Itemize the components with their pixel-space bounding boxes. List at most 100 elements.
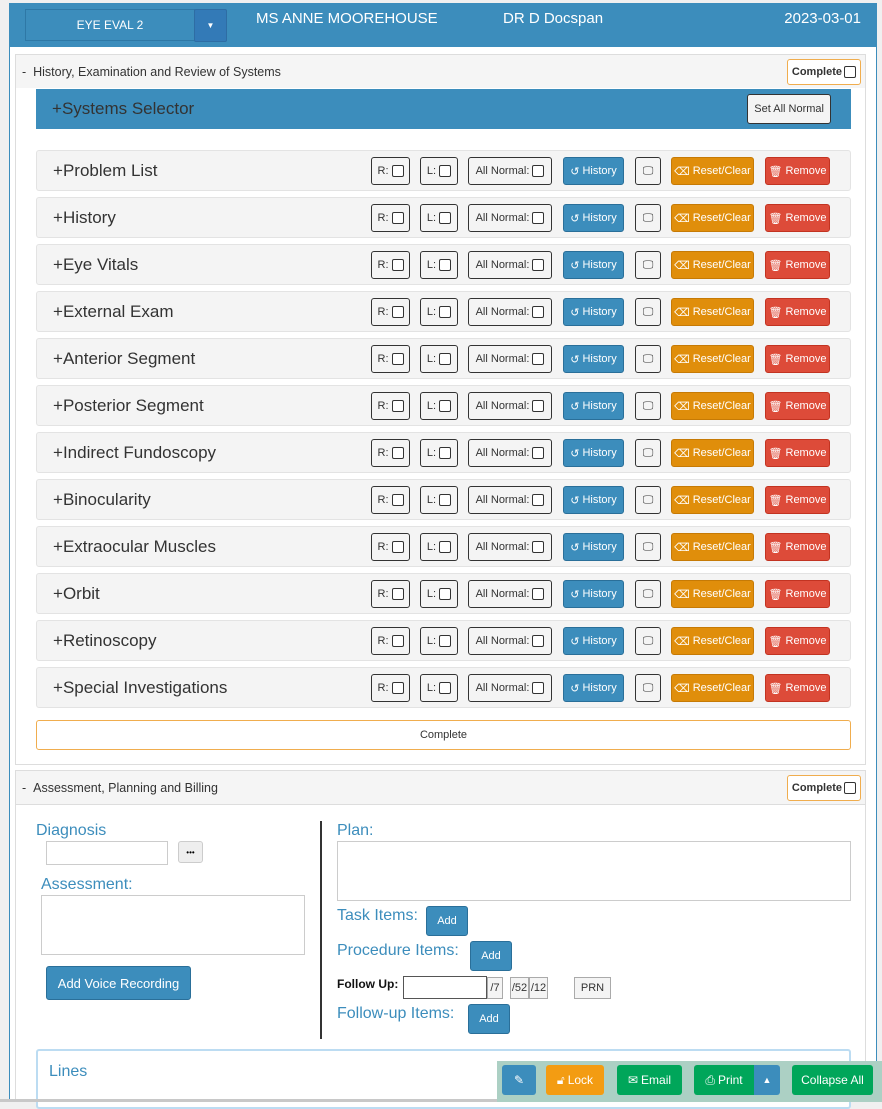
lock-button[interactable]: 🔓︎ Lock <box>546 1065 604 1095</box>
all-normal-checkbox[interactable]: All Normal: <box>468 298 552 326</box>
left-eye-checkbox[interactable]: L: <box>420 486 458 514</box>
reset-clear-button[interactable]: ⌫ Reset/Clear <box>671 627 754 655</box>
systems-selector[interactable]: + Systems Selector Set All Normal <box>36 89 851 129</box>
right-eye-checkbox[interactable]: R: <box>371 439 410 467</box>
right-eye-checkbox[interactable]: R: <box>371 251 410 279</box>
display-button[interactable]: 🖵︎ <box>635 298 661 326</box>
system-title[interactable]: +Orbit <box>53 584 100 604</box>
display-button[interactable]: 🖵︎ <box>635 580 661 608</box>
diagnosis-lookup-button[interactable]: ••• <box>178 841 203 863</box>
all-normal-checkbox[interactable]: All Normal: <box>468 439 552 467</box>
display-button[interactable]: 🖵︎ <box>635 674 661 702</box>
complete-section-button[interactable]: Complete <box>36 720 851 750</box>
remove-button[interactable]: 🗑︎ Remove <box>765 674 830 702</box>
email-button[interactable]: ✉ Email <box>617 1065 682 1095</box>
all-normal-checkbox[interactable]: All Normal: <box>468 627 552 655</box>
all-normal-checkbox[interactable]: All Normal: <box>468 392 552 420</box>
system-title[interactable]: +Extraocular Muscles <box>53 537 216 557</box>
remove-button[interactable]: 🗑︎ Remove <box>765 251 830 279</box>
left-eye-checkbox[interactable]: L: <box>420 204 458 232</box>
right-eye-checkbox[interactable]: R: <box>371 157 410 185</box>
display-button[interactable]: 🖵︎ <box>635 392 661 420</box>
remove-button[interactable]: 🗑︎ Remove <box>765 627 830 655</box>
history-button[interactable]: ↺ History <box>563 627 624 655</box>
add-procedure-item-button[interactable]: Add <box>470 941 512 971</box>
add-voice-recording-button[interactable]: Add Voice Recording <box>46 966 191 1000</box>
all-normal-checkbox[interactable]: All Normal: <box>468 533 552 561</box>
remove-button[interactable]: 🗑︎ Remove <box>765 439 830 467</box>
history-button[interactable]: ↺ History <box>563 580 624 608</box>
remove-button[interactable]: 🗑︎ Remove <box>765 533 830 561</box>
collapse-toggle[interactable]: - <box>22 781 26 795</box>
collapse-all-button[interactable]: Collapse All <box>792 1065 873 1095</box>
assessment-textarea[interactable] <box>41 895 305 955</box>
remove-button[interactable]: 🗑︎ Remove <box>765 580 830 608</box>
history-button[interactable]: ↺ History <box>563 533 624 561</box>
system-title[interactable]: +Binocularity <box>53 490 151 510</box>
history-button[interactable]: ↺ History <box>563 251 624 279</box>
all-normal-checkbox[interactable]: All Normal: <box>468 345 552 373</box>
reset-clear-button[interactable]: ⌫ Reset/Clear <box>671 392 754 420</box>
reset-clear-button[interactable]: ⌫ Reset/Clear <box>671 674 754 702</box>
system-row[interactable]: +Anterior Segment R: L: All Normal: ↺ His… <box>36 338 851 379</box>
section-complete-checkbox[interactable]: Complete <box>786 775 861 801</box>
set-all-normal-button[interactable]: Set All Normal <box>747 94 831 124</box>
all-normal-checkbox[interactable]: All Normal: <box>468 204 552 232</box>
system-row[interactable]: +Problem List R: L: All Normal: ↺ History… <box>36 150 851 191</box>
follow-up-weeks-button[interactable]: /52 <box>510 977 529 999</box>
system-row[interactable]: +External Exam R: L: All Normal: ↺ Histor… <box>36 291 851 332</box>
reset-clear-button[interactable]: ⌫ Reset/Clear <box>671 251 754 279</box>
history-button[interactable]: ↺ History <box>563 392 624 420</box>
reset-clear-button[interactable]: ⌫ Reset/Clear <box>671 157 754 185</box>
right-eye-checkbox[interactable]: R: <box>371 298 410 326</box>
system-title[interactable]: +External Exam <box>53 302 173 322</box>
edit-button[interactable]: ✎ <box>502 1065 536 1095</box>
print-button[interactable]: ⎙ Print <box>694 1065 754 1095</box>
add-follow-up-item-button[interactable]: Add <box>468 1004 510 1034</box>
system-title[interactable]: +History <box>53 208 116 228</box>
display-button[interactable]: 🖵︎ <box>635 204 661 232</box>
system-row[interactable]: +Eye Vitals R: L: All Normal: ↺ History 🖵… <box>36 244 851 285</box>
system-row[interactable]: +Orbit R: L: All Normal: ↺ History 🖵︎ ⌫ Re… <box>36 573 851 614</box>
right-eye-checkbox[interactable]: R: <box>371 392 410 420</box>
reset-clear-button[interactable]: ⌫ Reset/Clear <box>671 580 754 608</box>
reset-clear-button[interactable]: ⌫ Reset/Clear <box>671 204 754 232</box>
system-title[interactable]: +Retinoscopy <box>53 631 157 651</box>
section-assessment-header[interactable]: - Assessment, Planning and Billing Compl… <box>15 770 866 805</box>
display-button[interactable]: 🖵︎ <box>635 533 661 561</box>
system-title[interactable]: +Posterior Segment <box>53 396 204 416</box>
section-complete-checkbox[interactable]: Complete <box>786 59 861 85</box>
all-normal-checkbox[interactable]: All Normal: <box>468 251 552 279</box>
display-button[interactable]: 🖵︎ <box>635 627 661 655</box>
all-normal-checkbox[interactable]: All Normal: <box>468 674 552 702</box>
reset-clear-button[interactable]: ⌫ Reset/Clear <box>671 345 754 373</box>
follow-up-prn-button[interactable]: PRN <box>574 977 611 999</box>
display-button[interactable]: 🖵︎ <box>635 251 661 279</box>
follow-up-input[interactable] <box>403 976 487 999</box>
left-eye-checkbox[interactable]: L: <box>420 392 458 420</box>
system-row[interactable]: +Posterior Segment R: L: All Normal: ↺ Hi… <box>36 385 851 426</box>
system-title[interactable]: +Special Investigations <box>53 678 227 698</box>
remove-button[interactable]: 🗑︎ Remove <box>765 157 830 185</box>
display-button[interactable]: 🖵︎ <box>635 486 661 514</box>
right-eye-checkbox[interactable]: R: <box>371 345 410 373</box>
plan-textarea[interactable] <box>337 841 851 901</box>
system-row[interactable]: +Indirect Fundoscopy R: L: All Normal: ↺… <box>36 432 851 473</box>
left-eye-checkbox[interactable]: L: <box>420 251 458 279</box>
remove-button[interactable]: 🗑︎ Remove <box>765 298 830 326</box>
remove-button[interactable]: 🗑︎ Remove <box>765 392 830 420</box>
form-selector[interactable]: EYE EVAL 2 <box>25 9 195 41</box>
right-eye-checkbox[interactable]: R: <box>371 533 410 561</box>
system-title[interactable]: +Problem List <box>53 161 157 181</box>
system-title[interactable]: +Indirect Fundoscopy <box>53 443 216 463</box>
left-eye-checkbox[interactable]: L: <box>420 533 458 561</box>
section-history-header[interactable]: - History, Examination and Review of Sys… <box>15 54 866 89</box>
left-eye-checkbox[interactable]: L: <box>420 627 458 655</box>
print-options-button[interactable]: ▲ <box>754 1065 780 1095</box>
reset-clear-button[interactable]: ⌫ Reset/Clear <box>671 486 754 514</box>
system-row[interactable]: +Binocularity R: L: All Normal: ↺ History… <box>36 479 851 520</box>
history-button[interactable]: ↺ History <box>563 674 624 702</box>
remove-button[interactable]: 🗑︎ Remove <box>765 204 830 232</box>
reset-clear-button[interactable]: ⌫ Reset/Clear <box>671 533 754 561</box>
remove-button[interactable]: 🗑︎ Remove <box>765 486 830 514</box>
